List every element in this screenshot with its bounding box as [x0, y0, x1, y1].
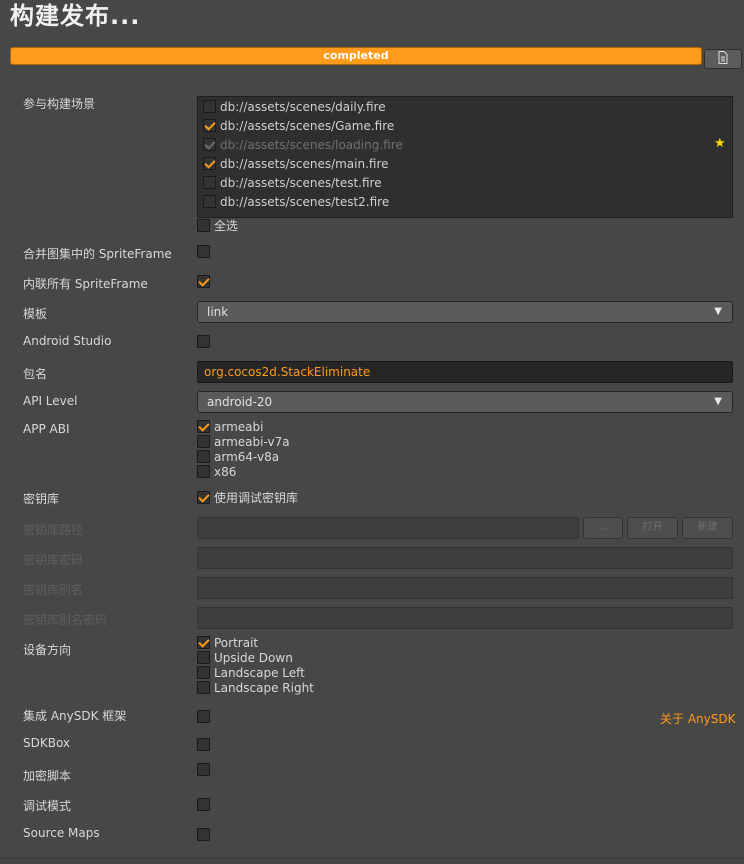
scene-item[interactable]: db://assets/scenes/main.fire — [203, 154, 389, 173]
orientation-option-label: Portrait — [214, 635, 259, 650]
orientation-option[interactable]: Portrait — [197, 635, 258, 650]
abi-checkbox[interactable] — [197, 435, 210, 448]
keystore-alias-label: 密钥库别名 — [23, 583, 84, 597]
orientation-option[interactable]: Landscape Left — [197, 665, 305, 680]
keystore-path-label: 密钥库路径 — [23, 523, 84, 537]
scene-checkbox[interactable] — [203, 195, 216, 208]
package-name-input[interactable]: org.cocos2d.StackEliminate — [197, 361, 733, 383]
select-all-label: 全选 — [214, 219, 239, 233]
scene-item[interactable]: db://assets/scenes/Game.fire — [203, 116, 394, 135]
app-abi-label: APP ABI — [23, 422, 70, 436]
scene-path: db://assets/scenes/test2.fire — [220, 194, 390, 209]
scene-item[interactable]: db://assets/scenes/daily.fire — [203, 97, 386, 116]
scene-path: db://assets/scenes/daily.fire — [220, 99, 386, 114]
debug-mode-label: 调试模式 — [23, 799, 72, 813]
merge-spriteframe-checkbox[interactable] — [197, 245, 210, 258]
dropdown-arrow-icon: ▼ — [714, 396, 722, 407]
keystore-password-input — [197, 547, 733, 569]
anysdk-label: 集成 AnySDK 框架 — [23, 709, 127, 723]
inline-spriteframe-label: 内联所有 SpriteFrame — [23, 277, 148, 291]
scene-item[interactable]: db://assets/scenes/test2.fire — [203, 192, 389, 211]
divider — [0, 858, 744, 859]
android-studio-checkbox[interactable] — [197, 335, 210, 348]
inline-spriteframe-checkbox[interactable] — [197, 275, 210, 288]
new-keystore-button: 新建 — [682, 517, 733, 539]
debug-keystore-option[interactable]: 使用调试密钥库 — [197, 490, 298, 505]
scene-checkbox[interactable] — [203, 119, 216, 132]
sdkbox-label: SDKBox — [23, 736, 71, 750]
abi-label: armeabi-v7a — [214, 434, 290, 449]
merge-spriteframe-label: 合并图集中的 SpriteFrame — [23, 247, 172, 261]
select-all-option[interactable]: 全选 — [197, 218, 238, 233]
browse-button: ... — [583, 517, 623, 539]
about-anysdk-link[interactable]: 关于 AnySDK — [660, 710, 735, 727]
scene-list[interactable]: db://assets/scenes/daily.fire db://asset… — [197, 96, 733, 218]
source-maps-label: Source Maps — [23, 826, 100, 840]
dropdown-arrow-icon: ▼ — [714, 306, 722, 317]
abi-option[interactable]: armeabi-v7a — [197, 434, 290, 449]
orientation-option[interactable]: Landscape Right — [197, 680, 314, 695]
scene-item[interactable]: db://assets/scenes/test.fire — [203, 173, 382, 192]
android-studio-label: Android Studio — [23, 334, 112, 348]
document-icon — [717, 51, 729, 67]
keystore-alias-password-input — [197, 607, 733, 629]
start-scene-star-icon[interactable]: ★ — [714, 136, 726, 151]
keystore-alias-input — [197, 577, 733, 599]
orientation-label: 设备方向 — [23, 643, 72, 657]
api-level-select[interactable]: android-20 ▼ — [197, 391, 733, 413]
debug-keystore-label: 使用调试密钥库 — [214, 491, 299, 505]
debug-keystore-checkbox[interactable] — [197, 491, 210, 504]
scene-checkbox[interactable] — [203, 176, 216, 189]
abi-checkbox[interactable] — [197, 420, 210, 433]
keystore-alias-password-label: 密钥库别名密码 — [23, 613, 108, 627]
abi-label: armeabi — [214, 419, 264, 434]
template-select[interactable]: link ▼ — [197, 301, 733, 323]
build-progress-bar: completed — [10, 47, 702, 65]
scene-path: db://assets/scenes/Game.fire — [220, 118, 395, 133]
api-level-value: android-20 — [207, 395, 273, 409]
abi-label: arm64-v8a — [214, 449, 280, 464]
orientation-option-label: Upside Down — [214, 650, 293, 665]
scene-path: db://assets/scenes/loading.fire — [220, 137, 403, 152]
scenes-label: 参与构建场景 — [23, 97, 96, 111]
keystore-label: 密钥库 — [23, 492, 60, 506]
scene-checkbox — [203, 138, 216, 151]
encrypt-js-checkbox[interactable] — [197, 763, 210, 776]
template-label: 模板 — [23, 307, 48, 321]
open-keystore-button: 打开 — [627, 517, 678, 539]
package-name-label: 包名 — [23, 367, 48, 381]
api-level-label: API Level — [23, 394, 78, 408]
orientation-option-label: Landscape Left — [214, 665, 305, 680]
keystore-path-input — [197, 517, 579, 539]
debug-mode-checkbox[interactable] — [197, 798, 210, 811]
orientation-option-label: Landscape Right — [214, 680, 314, 695]
scene-path: db://assets/scenes/main.fire — [220, 156, 389, 171]
orientation-option[interactable]: Upside Down — [197, 650, 293, 665]
select-all-checkbox[interactable] — [197, 219, 210, 232]
scene-path: db://assets/scenes/test.fire — [220, 175, 382, 190]
source-maps-checkbox[interactable] — [197, 828, 210, 841]
abi-checkbox[interactable] — [197, 450, 210, 463]
dialog-title: 构建发布... — [10, 2, 141, 30]
sdkbox-checkbox[interactable] — [197, 738, 210, 751]
abi-label: x86 — [214, 464, 237, 479]
progress-text: completed — [323, 49, 389, 62]
abi-checkbox[interactable] — [197, 465, 210, 478]
scene-item: db://assets/scenes/loading.fire — [203, 135, 403, 154]
encrypt-js-label: 加密脚本 — [23, 769, 72, 783]
abi-option[interactable]: armeabi — [197, 419, 263, 434]
log-file-button[interactable] — [704, 49, 742, 69]
scene-checkbox[interactable] — [203, 157, 216, 170]
abi-option[interactable]: arm64-v8a — [197, 449, 279, 464]
orientation-checkbox[interactable] — [197, 681, 210, 694]
template-value: link — [207, 305, 229, 319]
keystore-password-label: 密钥库密码 — [23, 553, 84, 567]
anysdk-checkbox[interactable] — [197, 710, 210, 723]
orientation-checkbox[interactable] — [197, 636, 210, 649]
orientation-checkbox[interactable] — [197, 651, 210, 664]
abi-option[interactable]: x86 — [197, 464, 236, 479]
orientation-checkbox[interactable] — [197, 666, 210, 679]
scene-checkbox[interactable] — [203, 100, 216, 113]
